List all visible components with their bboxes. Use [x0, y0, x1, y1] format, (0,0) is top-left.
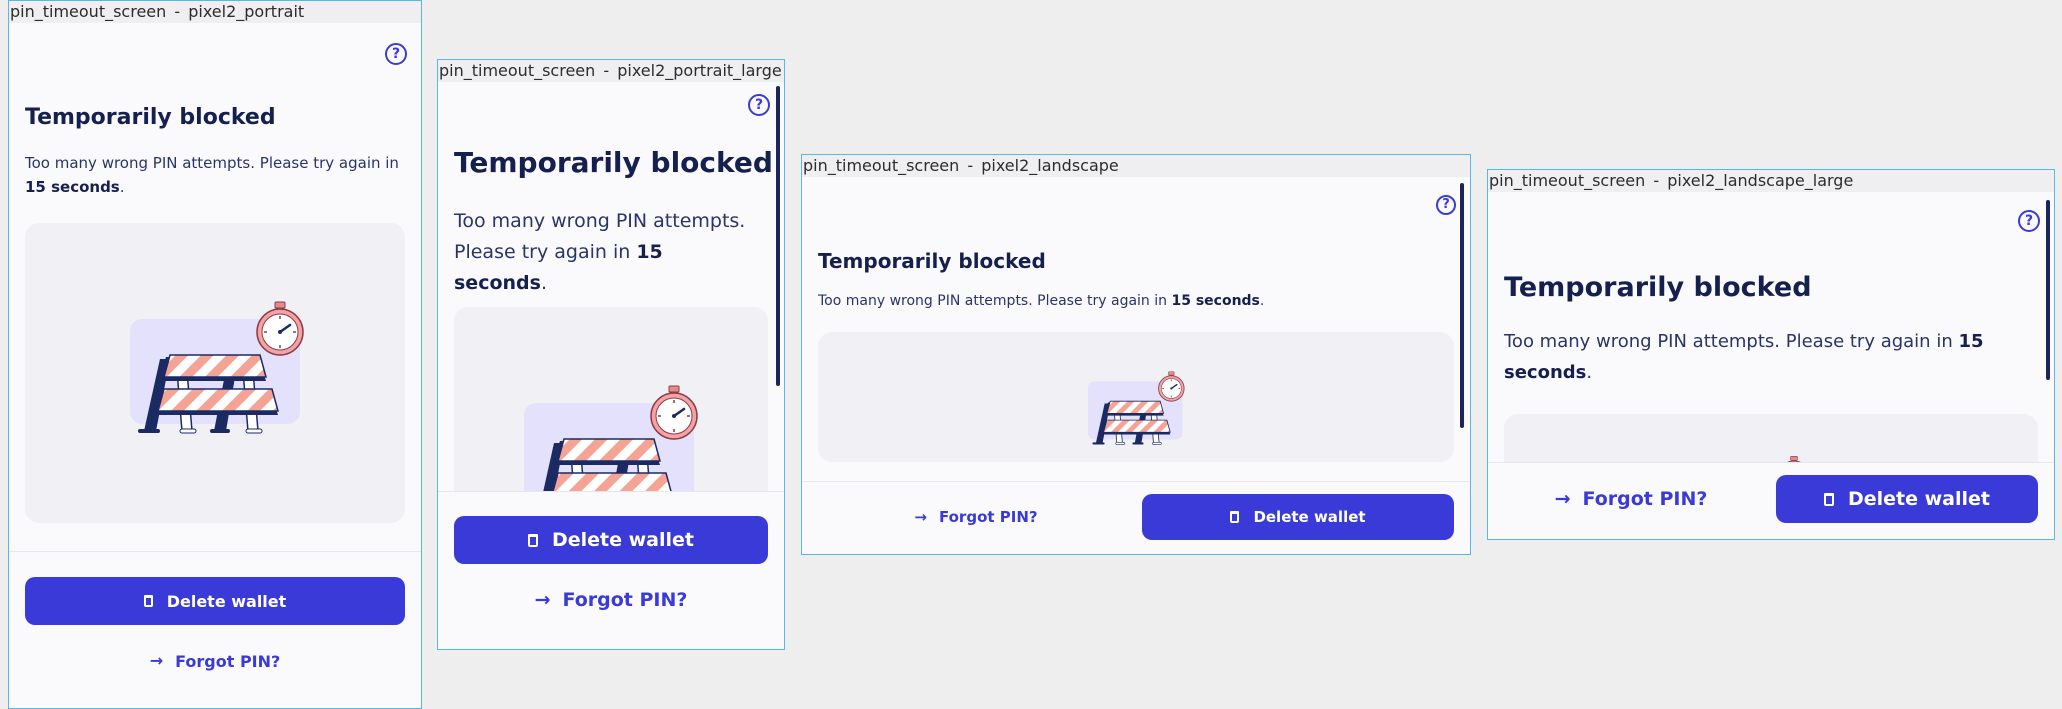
device-frame-landscape-large: pin_timeout_screen - pixel2_landscape_la… [1487, 169, 2055, 540]
frame-label: pin_timeout_screen - pixel2_portrait [9, 1, 421, 23]
description-text: Too many wrong PIN attempts. Please try … [1504, 331, 1959, 352]
description-text: Too many wrong PIN attempts. Please try … [25, 154, 399, 172]
page-title: Temporarily blocked [454, 146, 773, 179]
help-icon[interactable]: ? [385, 43, 407, 65]
forgot-pin-button[interactable]: → Forgot PIN? [454, 580, 768, 620]
page-title: Temporarily blocked [818, 249, 1046, 273]
pin-timeout-screen: ? Temporarily blocked Too many wrong PIN… [9, 23, 421, 708]
forgot-pin-button[interactable]: → Forgot PIN? [25, 643, 405, 679]
forgot-pin-button[interactable]: → Forgot PIN? [1504, 475, 1758, 523]
bottom-action-bar: Delete wallet → Forgot PIN? [438, 491, 784, 649]
help-icon[interactable]: ? [748, 94, 770, 116]
delete-wallet-label: Delete wallet [1847, 488, 1990, 510]
delete-wallet-label: Delete wallet [166, 591, 287, 611]
bottom-divider [9, 551, 421, 552]
device-frame-portrait-large: pin_timeout_screen - pixel2_portrait_lar… [437, 59, 785, 650]
forgot-pin-label: Forgot PIN? [175, 651, 281, 671]
illustration-card [818, 332, 1454, 462]
description-text: Too many wrong PIN attempts. Please try … [454, 210, 746, 263]
forgot-pin-label: Forgot PIN? [562, 589, 688, 611]
frame-label: pin_timeout_screen - pixel2_portrait_lar… [438, 60, 784, 82]
scrollbar[interactable] [2046, 200, 2050, 380]
delete-wallet-button[interactable]: Delete wallet [1142, 494, 1454, 540]
trash-icon [143, 595, 153, 607]
roadblock-stopwatch-illustration [130, 299, 310, 439]
trash-icon [527, 533, 538, 547]
forgot-pin-button[interactable]: → Forgot PIN? [818, 494, 1134, 540]
page-title: Temporarily blocked [1504, 272, 1812, 303]
arrow-right-icon: → [1554, 487, 1571, 510]
device-frame-landscape: pin_timeout_screen - pixel2_landscape ? … [801, 154, 1471, 555]
description-text: Too many wrong PIN attempts. Please try … [818, 293, 1172, 309]
forgot-pin-label: Forgot PIN? [1582, 488, 1708, 510]
illustration-card [454, 307, 768, 507]
trash-icon [1823, 492, 1834, 506]
page-title: Temporarily blocked [25, 105, 276, 130]
description-end: . [540, 272, 547, 294]
arrow-right-icon: → [534, 588, 551, 611]
bottom-action-bar: → Forgot PIN? Delete wallet [1488, 462, 2054, 539]
delete-wallet-label: Delete wallet [1253, 508, 1366, 526]
timeout-description: Too many wrong PIN attempts. Please try … [25, 151, 405, 199]
description-end: . [1259, 293, 1265, 309]
help-icon[interactable]: ? [2018, 210, 2040, 232]
countdown-value: 15 seconds [1171, 293, 1260, 309]
delete-wallet-button[interactable]: Delete wallet [1776, 475, 2038, 523]
pin-timeout-screen: ? Temporarily blocked Too many wrong PIN… [1488, 192, 2054, 539]
roadblock-stopwatch-illustration [524, 383, 704, 507]
pin-timeout-screen: ? Temporarily blocked Too many wrong PIN… [802, 177, 1470, 554]
roadblock-stopwatch-illustration [1088, 370, 1188, 448]
description-end: . [119, 178, 125, 196]
arrow-right-icon: → [149, 651, 164, 670]
delete-wallet-button[interactable]: Delete wallet [25, 577, 405, 625]
scrollbar[interactable] [776, 86, 780, 386]
delete-wallet-button[interactable]: Delete wallet [454, 516, 768, 564]
bottom-action-bar: → Forgot PIN? Delete wallet [802, 481, 1470, 554]
pin-timeout-screen: ? Temporarily blocked Too many wrong PIN… [438, 82, 784, 649]
frame-label: pin_timeout_screen - pixel2_landscape_la… [1488, 170, 2054, 192]
illustration-card [25, 223, 405, 523]
frame-label: pin_timeout_screen - pixel2_landscape [802, 155, 1470, 177]
help-icon[interactable]: ? [1436, 195, 1456, 215]
countdown-value: 15 seconds [25, 178, 120, 196]
trash-icon [1230, 511, 1240, 523]
delete-wallet-label: Delete wallet [551, 529, 694, 551]
timeout-description: Too many wrong PIN attempts. Please try … [1504, 326, 2004, 388]
scrollbar[interactable] [1460, 183, 1464, 428]
device-frame-portrait: pin_timeout_screen - pixel2_portrait ? T… [8, 0, 422, 709]
forgot-pin-label: Forgot PIN? [938, 508, 1038, 526]
timeout-description: Too many wrong PIN attempts. Please try … [454, 206, 754, 299]
timeout-description: Too many wrong PIN attempts. Please try … [818, 291, 1438, 311]
description-end: . [1586, 362, 1593, 383]
arrow-right-icon: → [914, 507, 927, 526]
